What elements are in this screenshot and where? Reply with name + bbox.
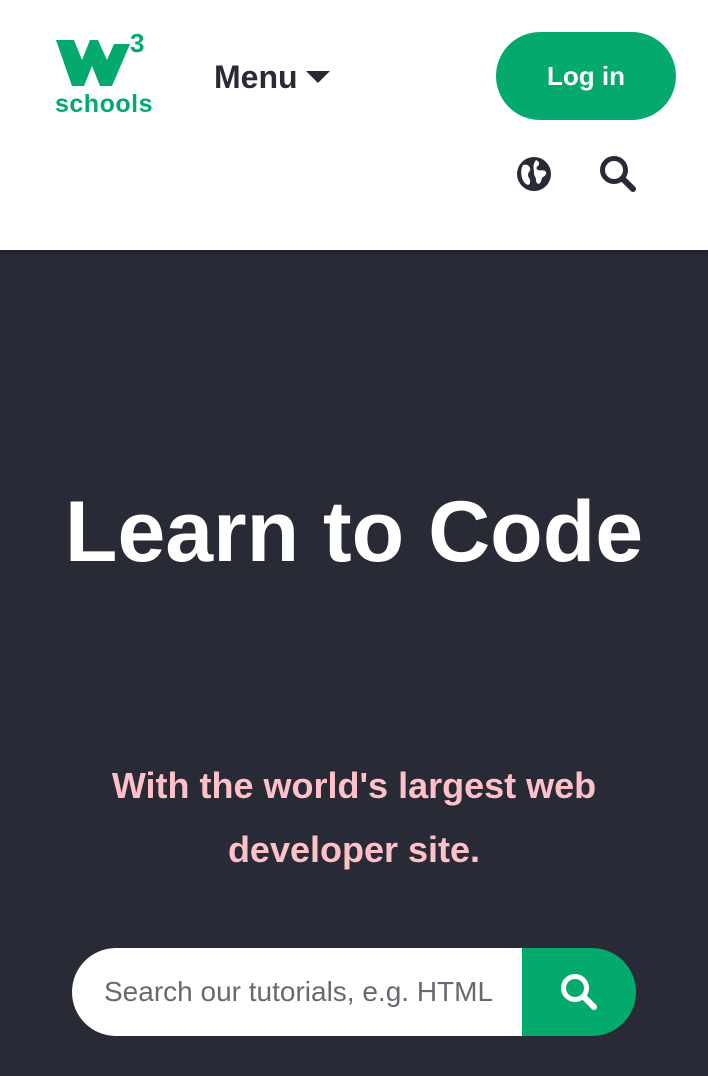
globe-icon xyxy=(517,157,551,191)
logo-w-mark xyxy=(56,40,130,86)
hero-section: Learn to Code With the world's largest w… xyxy=(0,250,708,1076)
logo-wordmark: schools xyxy=(55,90,153,118)
search-icon xyxy=(561,974,597,1010)
header-search-button[interactable] xyxy=(596,152,640,196)
tutorial-search-input[interactable] xyxy=(72,948,522,1036)
language-button[interactable] xyxy=(512,152,556,196)
top-header: 3 schools Menu Log in xyxy=(0,0,708,250)
caret-down-icon xyxy=(305,71,330,83)
hero-title: Learn to Code xyxy=(64,484,644,580)
search-icon xyxy=(600,156,636,192)
tutorial-search-bar xyxy=(72,948,636,1036)
menu-label: Menu xyxy=(214,58,298,95)
hero-subtitle: With the world's largest web developer s… xyxy=(111,765,597,870)
menu-dropdown-button[interactable]: Menu xyxy=(214,54,330,100)
w3schools-logo[interactable]: 3 schools xyxy=(52,28,153,122)
logo-superscript: 3 xyxy=(130,28,145,58)
login-button[interactable]: Log in xyxy=(496,32,676,120)
tutorial-search-submit-button[interactable] xyxy=(522,948,636,1036)
